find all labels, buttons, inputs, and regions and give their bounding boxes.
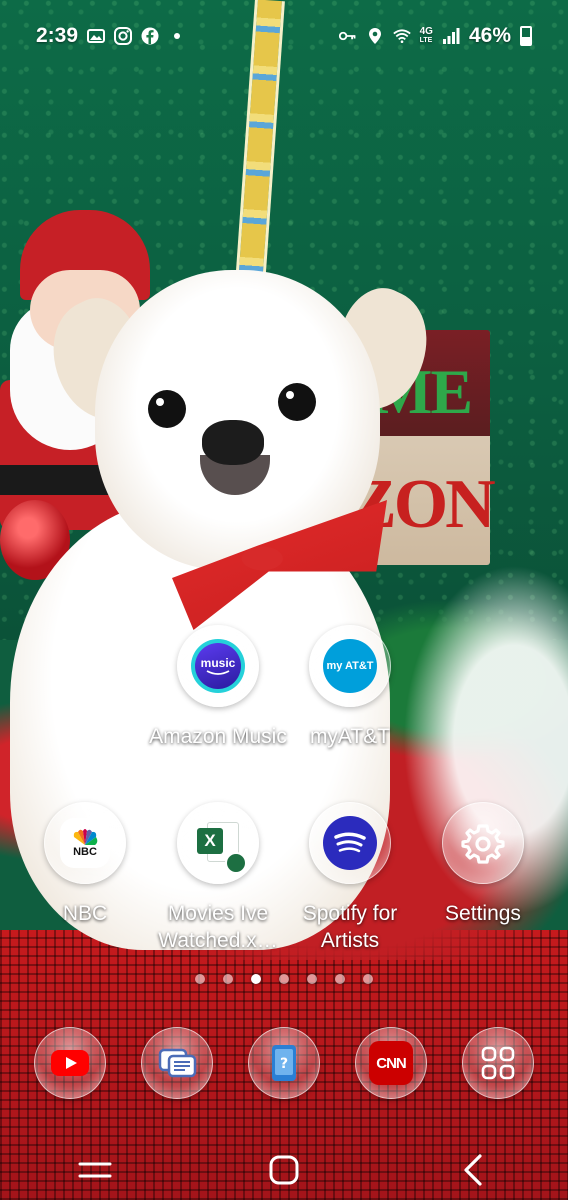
- nbc-peacock-icon: [73, 829, 98, 845]
- app-label[interactable]: Settings: [413, 900, 553, 927]
- spotify-for-artists-icon[interactable]: [309, 802, 391, 884]
- amazon-smile-icon: [206, 670, 230, 675]
- amazon-music-icon[interactable]: music: [177, 625, 259, 707]
- amazon-music-logo: music: [191, 639, 245, 693]
- app-label[interactable]: myAT&T: [280, 723, 420, 750]
- cnn-icon[interactable]: CNN: [355, 1027, 427, 1099]
- app-label[interactable]: Amazon Music: [148, 723, 288, 750]
- dock-app-drawer[interactable]: [428, 1027, 568, 1099]
- page-indicator[interactable]: [0, 974, 568, 990]
- dog-eye-right: [278, 383, 316, 421]
- myatt-icon[interactable]: my AT&T: [309, 625, 391, 707]
- navigation-bar: [0, 1140, 568, 1200]
- page-dot[interactable]: [223, 974, 233, 984]
- app-label[interactable]: NBC: [15, 900, 155, 927]
- youtube-icon[interactable]: [34, 1027, 106, 1099]
- page-dot[interactable]: [195, 974, 205, 984]
- app-amazon-music[interactable]: music Amazon Music: [148, 625, 288, 750]
- page-dot-active[interactable]: [251, 974, 261, 984]
- back-button[interactable]: [443, 1145, 503, 1195]
- key-icon: [338, 27, 357, 45]
- excel-badge-icon: [225, 852, 247, 874]
- back-icon: [464, 1154, 482, 1186]
- youtube-logo: [51, 1050, 89, 1076]
- excel-file-icon[interactable]: X: [177, 802, 259, 884]
- svg-text:?: ?: [280, 1056, 288, 1072]
- battery-icon: [520, 26, 532, 46]
- app-drawer-icon[interactable]: [462, 1027, 534, 1099]
- app-nbc[interactable]: NBC NBC: [15, 802, 155, 927]
- app-myatt[interactable]: my AT&T myAT&T: [280, 625, 420, 750]
- status-bar: 2:39 4G LTE 46%: [0, 0, 568, 72]
- recent-apps-icon: [78, 1162, 112, 1178]
- app-settings[interactable]: Settings: [413, 802, 553, 927]
- excel-x-letter: X: [204, 831, 216, 850]
- settings-icon[interactable]: [442, 802, 524, 884]
- home-icon: [269, 1155, 299, 1185]
- cnn-logo: CNN: [369, 1041, 413, 1085]
- dog-nose: [202, 420, 264, 465]
- gallery-notification-icon: [87, 27, 106, 45]
- app-spotify-for-artists[interactable]: Spotify for Artists: [280, 802, 420, 954]
- app-label[interactable]: Movies Ive Watched.x…: [148, 900, 288, 954]
- cnn-logo-text: CNN: [376, 1054, 406, 1072]
- grid-icon: [481, 1046, 515, 1080]
- gear-icon: [461, 824, 505, 864]
- nbc-logo-text: NBC: [73, 846, 97, 858]
- page-dot[interactable]: [363, 974, 373, 984]
- battery-percent: 46%: [468, 24, 511, 47]
- home-button[interactable]: [254, 1145, 314, 1195]
- spotify-logo: [323, 816, 377, 870]
- app-movies-ive-watched[interactable]: X Movies Ive Watched.x…: [148, 802, 288, 954]
- instagram-icon: [114, 27, 133, 45]
- facebook-icon: [141, 27, 159, 45]
- dog-eye-left: [148, 390, 186, 428]
- messages-logo: [158, 1048, 197, 1078]
- wallpaper: ME ZON: [0, 0, 568, 1200]
- recent-apps-button[interactable]: [65, 1145, 125, 1195]
- myatt-logo: my AT&T: [323, 639, 377, 693]
- wifi-icon: [392, 27, 411, 45]
- nbc-icon[interactable]: NBC: [44, 802, 126, 884]
- network-type: 4G LTE: [419, 26, 433, 45]
- nbc-logo: NBC: [60, 818, 110, 868]
- signal-icon: [442, 27, 460, 45]
- amazon-music-logo-text: music: [200, 656, 236, 670]
- messages-icon[interactable]: [141, 1027, 213, 1099]
- location-icon: [366, 27, 384, 45]
- phone-help-icon: ?: [272, 1045, 296, 1081]
- excel-logo: X: [193, 818, 247, 874]
- more-notifications-dot-icon: [168, 27, 186, 45]
- page-dot[interactable]: [279, 974, 289, 984]
- clock: 2:39: [36, 24, 79, 47]
- page-dot[interactable]: [307, 974, 317, 984]
- samsung-members-icon[interactable]: ?: [248, 1027, 320, 1099]
- app-label[interactable]: Spotify for Artists: [280, 900, 420, 954]
- page-dot[interactable]: [335, 974, 345, 984]
- spotify-waves-icon: [334, 832, 366, 853]
- myatt-logo-text: my AT&T: [326, 660, 374, 672]
